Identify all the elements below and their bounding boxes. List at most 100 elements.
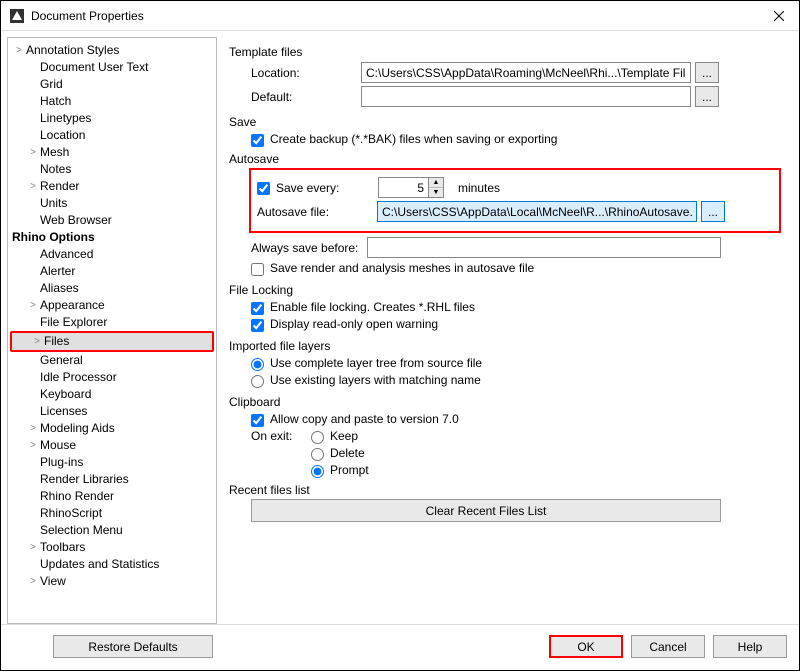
- tree-item-annotation-styles[interactable]: >Annotation Styles: [8, 42, 216, 59]
- tree-item-render[interactable]: >Render: [8, 178, 216, 195]
- clipboard-header: Clipboard: [229, 395, 783, 409]
- tree-label: Aliases: [40, 280, 79, 297]
- tree-item-document-user-text[interactable]: Document User Text: [8, 59, 216, 76]
- tree-item-hatch[interactable]: Hatch: [8, 93, 216, 110]
- tree-item-files[interactable]: >Files: [12, 333, 212, 350]
- tree-item-file-explorer[interactable]: File Explorer: [8, 314, 216, 331]
- tree-label: Idle Processor: [40, 369, 117, 386]
- default-input[interactable]: [361, 86, 691, 107]
- tree-item-rhino-render[interactable]: Rhino Render: [8, 488, 216, 505]
- always-save-before-input[interactable]: [367, 237, 721, 258]
- tree-label: Hatch: [40, 93, 71, 110]
- save-every-checkbox[interactable]: [257, 182, 270, 195]
- recent-files-header: Recent files list: [229, 483, 783, 497]
- display-warning-checkbox[interactable]: [251, 319, 264, 332]
- tree-label: Licenses: [40, 403, 87, 420]
- tree-item-idle-processor[interactable]: Idle Processor: [8, 369, 216, 386]
- tree-label: Units: [40, 195, 67, 212]
- use-existing-label: Use existing layers with matching name: [270, 373, 481, 387]
- allow-copy-label: Allow copy and paste to version 7.0: [270, 412, 459, 426]
- tree-item-modeling-aids[interactable]: >Modeling Aids: [8, 420, 216, 437]
- tree-item-units[interactable]: Units: [8, 195, 216, 212]
- category-tree[interactable]: >Annotation StylesDocument User TextGrid…: [7, 37, 217, 624]
- use-complete-radio[interactable]: [251, 358, 264, 371]
- tree-label: Selection Menu: [40, 522, 123, 539]
- autosave-browse-button[interactable]: ...: [701, 201, 725, 222]
- caret-icon: >: [26, 178, 40, 195]
- default-browse-button[interactable]: ...: [695, 86, 719, 107]
- restore-defaults-button[interactable]: Restore Defaults: [53, 635, 213, 658]
- use-existing-radio[interactable]: [251, 375, 264, 388]
- tree-item-view[interactable]: >View: [8, 573, 216, 590]
- tree-item-rhinoscript[interactable]: RhinoScript: [8, 505, 216, 522]
- tree-label: Files: [44, 333, 69, 350]
- tree-label: Web Browser: [40, 212, 112, 229]
- keep-radio[interactable]: [311, 431, 324, 444]
- tree-item-mouse[interactable]: >Mouse: [8, 437, 216, 454]
- tree-label: Render: [40, 178, 79, 195]
- save-every-spinner[interactable]: ▲▼: [378, 177, 444, 198]
- tree-item-render-libraries[interactable]: Render Libraries: [8, 471, 216, 488]
- on-exit-label: On exit:: [251, 429, 311, 443]
- minutes-label: minutes: [458, 181, 500, 195]
- tree-item-web-browser[interactable]: Web Browser: [8, 212, 216, 229]
- app-icon: [9, 8, 25, 24]
- tree-item-advanced[interactable]: Advanced: [8, 246, 216, 263]
- tree-label: Render Libraries: [40, 471, 129, 488]
- tree-item-alerter[interactable]: Alerter: [8, 263, 216, 280]
- prompt-label: Prompt: [330, 463, 369, 477]
- tree-item-keyboard[interactable]: Keyboard: [8, 386, 216, 403]
- tree-label: Updates and Statistics: [40, 556, 159, 573]
- autosave-file-input[interactable]: [377, 201, 697, 222]
- clear-recent-button[interactable]: Clear Recent Files List: [251, 499, 721, 522]
- tree-item-updates-and-statistics[interactable]: Updates and Statistics: [8, 556, 216, 573]
- tree-label: Alerter: [40, 263, 75, 280]
- tree-item-location[interactable]: Location: [8, 127, 216, 144]
- tree-label: RhinoScript: [40, 505, 102, 522]
- tree-item-selection-menu[interactable]: Selection Menu: [8, 522, 216, 539]
- tree-item-licenses[interactable]: Licenses: [8, 403, 216, 420]
- enable-locking-checkbox[interactable]: [251, 302, 264, 315]
- spin-up[interactable]: ▲: [429, 178, 443, 188]
- spin-down[interactable]: ▼: [429, 188, 443, 197]
- create-backup-checkbox[interactable]: [251, 134, 264, 147]
- main-area: >Annotation StylesDocument User TextGrid…: [1, 31, 799, 624]
- template-files-header: Template files: [229, 45, 783, 59]
- tree-label: Grid: [40, 76, 63, 93]
- caret-icon: >: [12, 42, 26, 59]
- location-label: Location:: [251, 66, 361, 80]
- tree-label: File Explorer: [40, 314, 107, 331]
- ok-button[interactable]: OK: [549, 635, 623, 658]
- tree-item-mesh[interactable]: >Mesh: [8, 144, 216, 161]
- window-title: Document Properties: [31, 9, 759, 23]
- tree-item-plug-ins[interactable]: Plug-ins: [8, 454, 216, 471]
- enable-locking-label: Enable file locking. Creates *.RHL files: [270, 300, 475, 314]
- use-complete-label: Use complete layer tree from source file: [270, 356, 482, 370]
- title-bar: Document Properties: [1, 1, 799, 31]
- save-render-checkbox[interactable]: [251, 263, 264, 276]
- tree-item-grid[interactable]: Grid: [8, 76, 216, 93]
- tree-item-toolbars[interactable]: >Toolbars: [8, 539, 216, 556]
- close-button[interactable]: [759, 1, 799, 31]
- help-button[interactable]: Help: [713, 635, 787, 658]
- prompt-radio[interactable]: [311, 465, 324, 478]
- tree-label: Document User Text: [40, 59, 149, 76]
- caret-icon: >: [26, 573, 40, 590]
- tree-item-aliases[interactable]: Aliases: [8, 280, 216, 297]
- tree-item-linetypes[interactable]: Linetypes: [8, 110, 216, 127]
- location-browse-button[interactable]: ...: [695, 62, 719, 83]
- tree-item-general[interactable]: General: [8, 352, 216, 369]
- allow-copy-checkbox[interactable]: [251, 414, 264, 427]
- tree-item-appearance[interactable]: >Appearance: [8, 297, 216, 314]
- cancel-button[interactable]: Cancel: [631, 635, 705, 658]
- save-header: Save: [229, 115, 783, 129]
- location-input[interactable]: [361, 62, 691, 83]
- tree-label: Appearance: [40, 297, 105, 314]
- autosave-highlight-box: Save every: ▲▼ minutes Autosave file: ..…: [249, 168, 781, 233]
- tree-label: Plug-ins: [40, 454, 83, 471]
- delete-radio[interactable]: [311, 448, 324, 461]
- tree-label: Mesh: [40, 144, 69, 161]
- save-every-value[interactable]: [378, 177, 428, 198]
- tree-item-notes[interactable]: Notes: [8, 161, 216, 178]
- tree-label: Annotation Styles: [26, 42, 119, 59]
